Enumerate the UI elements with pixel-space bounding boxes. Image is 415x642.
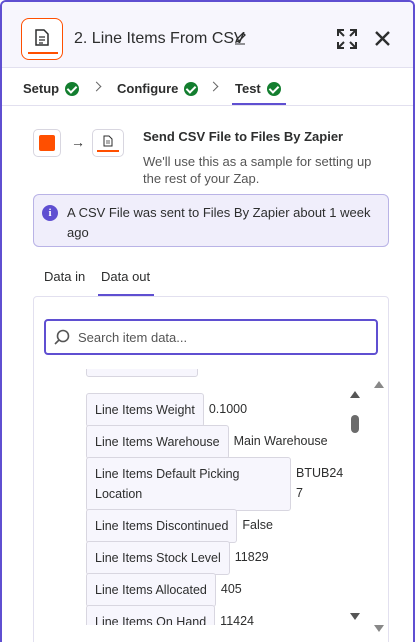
item-value-line: BTUB24: [296, 466, 344, 480]
inner-scroll-up-arrow[interactable]: [350, 391, 360, 398]
item-value: 11424: [220, 614, 255, 625]
item-value: Main Warehouse: [233, 434, 328, 448]
brand-bar: [28, 51, 58, 54]
check-icon: [65, 81, 80, 96]
trigger-app-square-icon: [39, 135, 55, 151]
list-item: Line Items On Hand 11424: [86, 605, 254, 625]
tab-label: Test: [235, 81, 261, 96]
panel-header: 2. Line Items From CSV: [2, 2, 413, 68]
item-key[interactable]: Line Items Discontinued: [86, 509, 238, 543]
tab-configure[interactable]: Configure: [117, 81, 199, 96]
list-item: Line Items Warehouse Main Warehouse: [86, 425, 328, 459]
check-icon: [184, 81, 199, 96]
item-key-line: Line Items Default Picking: [95, 467, 240, 481]
list-item: Line Items Allocated 405: [86, 573, 242, 607]
list-item: Line Items Weight 0.1000: [86, 393, 247, 427]
inner-scroll-down-arrow[interactable]: [350, 613, 360, 620]
tab-data-out[interactable]: Data out: [101, 269, 150, 284]
step-title[interactable]: 2. Line Items From CSV: [74, 30, 245, 48]
tab-test[interactable]: Test: [235, 81, 281, 96]
item-value-line: 7: [296, 486, 303, 500]
list-item: [86, 369, 198, 377]
item-value: 405: [220, 582, 242, 596]
info-banner: i A CSV File was sent to Files By Zapier…: [33, 194, 389, 247]
app-icon: [21, 18, 63, 60]
inner-scrollbar-thumb[interactable]: [351, 415, 359, 433]
arrow-right-icon: →: [71, 134, 85, 150]
tab-label: Configure: [117, 81, 179, 96]
chevron-right-icon: [91, 81, 102, 92]
check-icon: [266, 81, 281, 96]
document-icon: [35, 29, 49, 46]
send-title: Send CSV File to Files By Zapier: [143, 129, 344, 144]
item-key[interactable]: Line Items Stock Level: [86, 541, 230, 575]
item-value: BTUB24 7: [296, 457, 343, 503]
send-subtitle: We'll use this as a sample for setting u…: [143, 154, 372, 186]
item-key[interactable]: [86, 369, 198, 377]
chevron-right-icon: [208, 81, 219, 92]
item-key[interactable]: Line Items On Hand: [86, 605, 216, 625]
active-tab-indicator: [232, 103, 286, 105]
data-list: Line Items Weight 0.1000 Line Items Ware…: [34, 369, 390, 625]
document-icon: [103, 135, 113, 147]
outer-scroll-up-arrow[interactable]: [374, 381, 384, 388]
search-icon: [54, 329, 70, 345]
list-item: Line Items Stock Level 11829: [86, 541, 269, 575]
list-item: Line Items Default Picking Location BTUB…: [86, 457, 343, 511]
info-icon: i: [42, 205, 58, 221]
item-key[interactable]: Line Items Allocated: [86, 573, 216, 607]
search-input[interactable]: [78, 327, 368, 347]
action-app-icon: [92, 129, 124, 157]
item-value: False: [242, 518, 273, 532]
brand-bar: [97, 150, 119, 152]
tab-data-in[interactable]: Data in: [44, 269, 85, 284]
step-panel: 2. Line Items From CSV Setup Configure T…: [0, 0, 415, 642]
item-key-line: Location: [95, 487, 143, 501]
data-out-panel: Line Items Weight 0.1000 Line Items Ware…: [33, 296, 389, 642]
item-value: 11829: [234, 550, 269, 564]
item-key[interactable]: Line Items Weight: [86, 393, 204, 427]
item-key[interactable]: Line Items Default Picking Location: [86, 457, 291, 511]
search-box: [44, 319, 378, 355]
item-key[interactable]: Line Items Warehouse: [86, 425, 229, 459]
list-item: Line Items Discontinued False: [86, 509, 273, 543]
step-tabs: Setup Configure Test: [2, 69, 413, 106]
tab-label: Setup: [23, 81, 60, 96]
expand-icon[interactable]: [337, 29, 357, 49]
pencil-icon[interactable]: [234, 31, 246, 45]
banner-text: A CSV File was sent to Files By Zapier a…: [67, 205, 371, 240]
outer-scroll-down-arrow[interactable]: [374, 625, 384, 632]
tab-setup[interactable]: Setup: [23, 81, 80, 96]
item-value: 0.1000: [208, 402, 248, 416]
close-icon[interactable]: [374, 30, 391, 47]
